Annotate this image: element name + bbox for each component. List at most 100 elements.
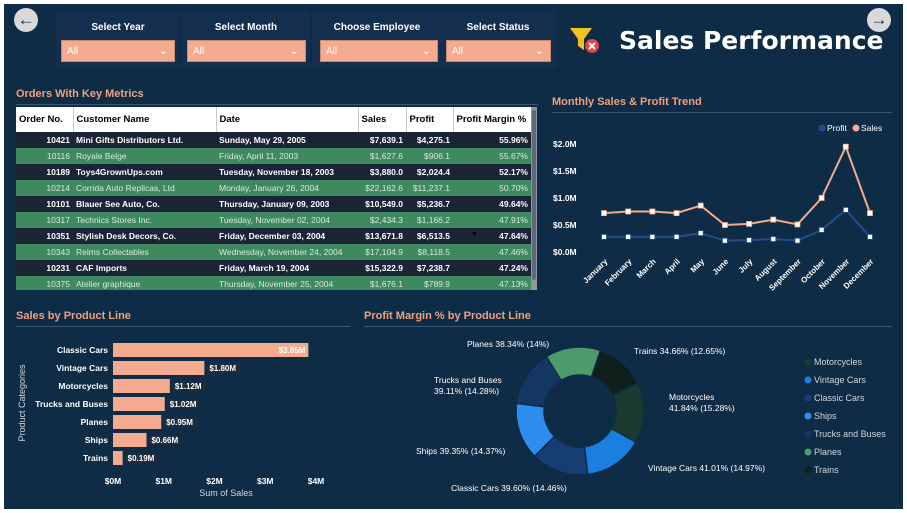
table-cell: Monday, January 26, 2004 [216, 180, 358, 196]
table-cell: Thursday, November 25, 2004 [216, 276, 358, 290]
table-cell: 47.24% [453, 260, 531, 276]
filter-employee-select[interactable]: All ⌄ [320, 40, 438, 62]
column-header-order-no[interactable]: Order No. [16, 107, 74, 132]
table-cell: Wednesday, November 24, 2004 [216, 244, 358, 260]
table-cell: $17,104.9 [358, 244, 406, 260]
bar [113, 397, 165, 411]
page-title: Sales Performance [619, 26, 884, 55]
table-cell: Sunday, May 29, 2005 [216, 132, 358, 148]
filter-year-label: Select Year [91, 22, 145, 33]
category-label: Ships [85, 435, 108, 445]
sort-desc-icon: ▼ [471, 231, 478, 238]
legend-marker [804, 394, 812, 402]
category-label: Trucks and Buses [35, 399, 108, 409]
data-point [625, 233, 632, 240]
x-tick-label: June [711, 257, 731, 277]
category-label: Vintage Cars [56, 363, 108, 373]
table-cell: Tuesday, November 02, 2004 [216, 212, 358, 228]
arrow-left-icon[interactable]: ← [14, 8, 38, 32]
filter-month-label: Select Month [214, 22, 278, 33]
table-cell: Friday, April 11, 2003 [216, 148, 358, 164]
filter-year-select[interactable]: All ⌄ [61, 40, 175, 62]
legend-marker [804, 412, 812, 420]
table-row[interactable]: 10231 CAF Imports Friday, March 19, 2004 $1… [16, 260, 531, 276]
table-cell: Thursday, January 09, 2003 [216, 196, 358, 212]
table-cell: 10375 [16, 276, 73, 290]
orders-table[interactable]: Order No. Customer Name Date Sales Profi… [16, 107, 537, 290]
filter-employee-label: Choose Employee [333, 22, 421, 33]
x-tick-label: $1M [155, 476, 172, 486]
category-label: Classic Cars [57, 345, 108, 355]
slice-label-line: 41.84% (15.28%) [669, 403, 735, 413]
table-cell: Blauer See Auto, Co. [73, 196, 216, 212]
table-row[interactable]: 10351 Stylish Desk Decors, Co. Friday, Dec… [16, 228, 531, 244]
filter-month-panel: Select Month All ⌄ [182, 10, 310, 68]
table-cell: $3,880.0 [358, 164, 406, 180]
table-row[interactable]: 10214 Corrida Auto Replicas, Ltd Monday, J… [16, 180, 531, 196]
bar-value-label: $0.66M [151, 436, 178, 445]
table-row[interactable]: 10421 Mini Gifts Distributors Ltd. Sunday,… [16, 132, 531, 148]
data-point [601, 210, 607, 217]
legend-label: Trains [814, 465, 839, 475]
column-header-date[interactable]: Date [216, 107, 359, 132]
y-axis-title: Product Categories [17, 364, 27, 442]
category-label: Motorcycles [58, 381, 108, 391]
table-cell: 50.70% [453, 180, 531, 196]
legend-marker [804, 448, 812, 456]
table-cell: Mini Gifts Distributors Ltd. [73, 132, 216, 148]
monthly-trend-chart[interactable]: $0.0M$0.5M$1.0M$1.5M$2.0MJanuaryFebruary… [552, 114, 892, 300]
filter-month-select[interactable]: All ⌄ [187, 40, 306, 62]
table-cell: Atelier graphique [73, 276, 216, 290]
slice-label: Classic Cars 39.60% (14.46%) [451, 483, 567, 493]
profit-margin-rule [364, 326, 892, 327]
filter-employee-panel: Choose Employee All ⌄ [313, 10, 441, 68]
slice-label-line: Vintage Cars 41.01% (14.97%) [648, 463, 765, 473]
legend-marker [804, 466, 812, 474]
table-cell: $4,275.1 [406, 132, 453, 148]
legend-label: Profit [827, 123, 847, 133]
table-cell: $8,118.5 [406, 244, 453, 260]
table-row[interactable]: 10317 Technics Stores Inc. Tuesday, Novemb… [16, 212, 531, 228]
table-cell: $1,627.6 [358, 148, 406, 164]
column-header-profit-margin-label: Profit Margin % [456, 114, 527, 125]
table-cell: $22,162.6 [358, 180, 406, 196]
legend-marker [852, 124, 860, 132]
table-cell: $2,434.3 [358, 212, 406, 228]
filter-status-value: All [452, 46, 464, 57]
chevron-down-icon: ⌄ [289, 45, 299, 57]
series-line-sales [603, 144, 871, 227]
table-cell: CAF Imports [73, 260, 216, 276]
table-cell: Reims Collectables [73, 244, 216, 260]
table-row[interactable]: 10116 Royale Belge Friday, April 11, 2003 $… [16, 148, 531, 164]
table-row[interactable]: 10375 Atelier graphique Thursday, November… [16, 276, 531, 290]
chevron-down-icon: ⌄ [421, 45, 431, 57]
filter-status-select[interactable]: All ⌄ [446, 40, 551, 62]
column-header-sales[interactable]: Sales [358, 107, 407, 132]
filter-clear-icon[interactable] [568, 26, 602, 56]
bar-value-label: $1.80M [209, 364, 236, 373]
profit-margin-chart[interactable]: Motorcycles 41.84% (15.28%)Vintage Cars 4… [364, 328, 892, 500]
x-tick-label: $2M [206, 476, 223, 486]
table-cell: $7,238.7 [406, 260, 453, 276]
table-scrollbar-thumb[interactable] [532, 110, 536, 280]
chevron-down-icon: ⌄ [158, 45, 168, 57]
table-row[interactable]: 10343 Reims Collectables Wednesday, Novemb… [16, 244, 531, 260]
orders-panel-title: Orders With Key Metrics [16, 88, 144, 100]
table-row[interactable]: 10101 Blauer See Auto, Co. Thursday, Janua… [16, 196, 531, 212]
bar-value-label: $1.02M [170, 400, 197, 409]
bar-value-label: $3.85M [279, 346, 306, 355]
slice-label: Planes 38.34% (14%) [467, 339, 549, 349]
bar [113, 379, 170, 393]
table-cell: $2,024.4 [406, 164, 453, 180]
table-row[interactable]: 10189 Toys4GrownUps.com Tuesday, November … [16, 164, 531, 180]
column-header-profit-margin[interactable]: Profit Margin % ▼ [453, 107, 532, 238]
table-cell: 10101 [16, 196, 73, 212]
sales-by-product-chart[interactable]: Classic Cars $3.85M Vintage Cars $1.80M Moto… [16, 328, 350, 500]
x-tick-label: May [689, 257, 707, 275]
table-cell: 52.17% [453, 164, 531, 180]
table-scrollbar[interactable] [531, 107, 537, 290]
bar [113, 361, 205, 375]
column-header-profit[interactable]: Profit [406, 107, 454, 132]
table-cell: 55.67% [453, 148, 531, 164]
column-header-customer[interactable]: Customer Name [73, 107, 217, 132]
